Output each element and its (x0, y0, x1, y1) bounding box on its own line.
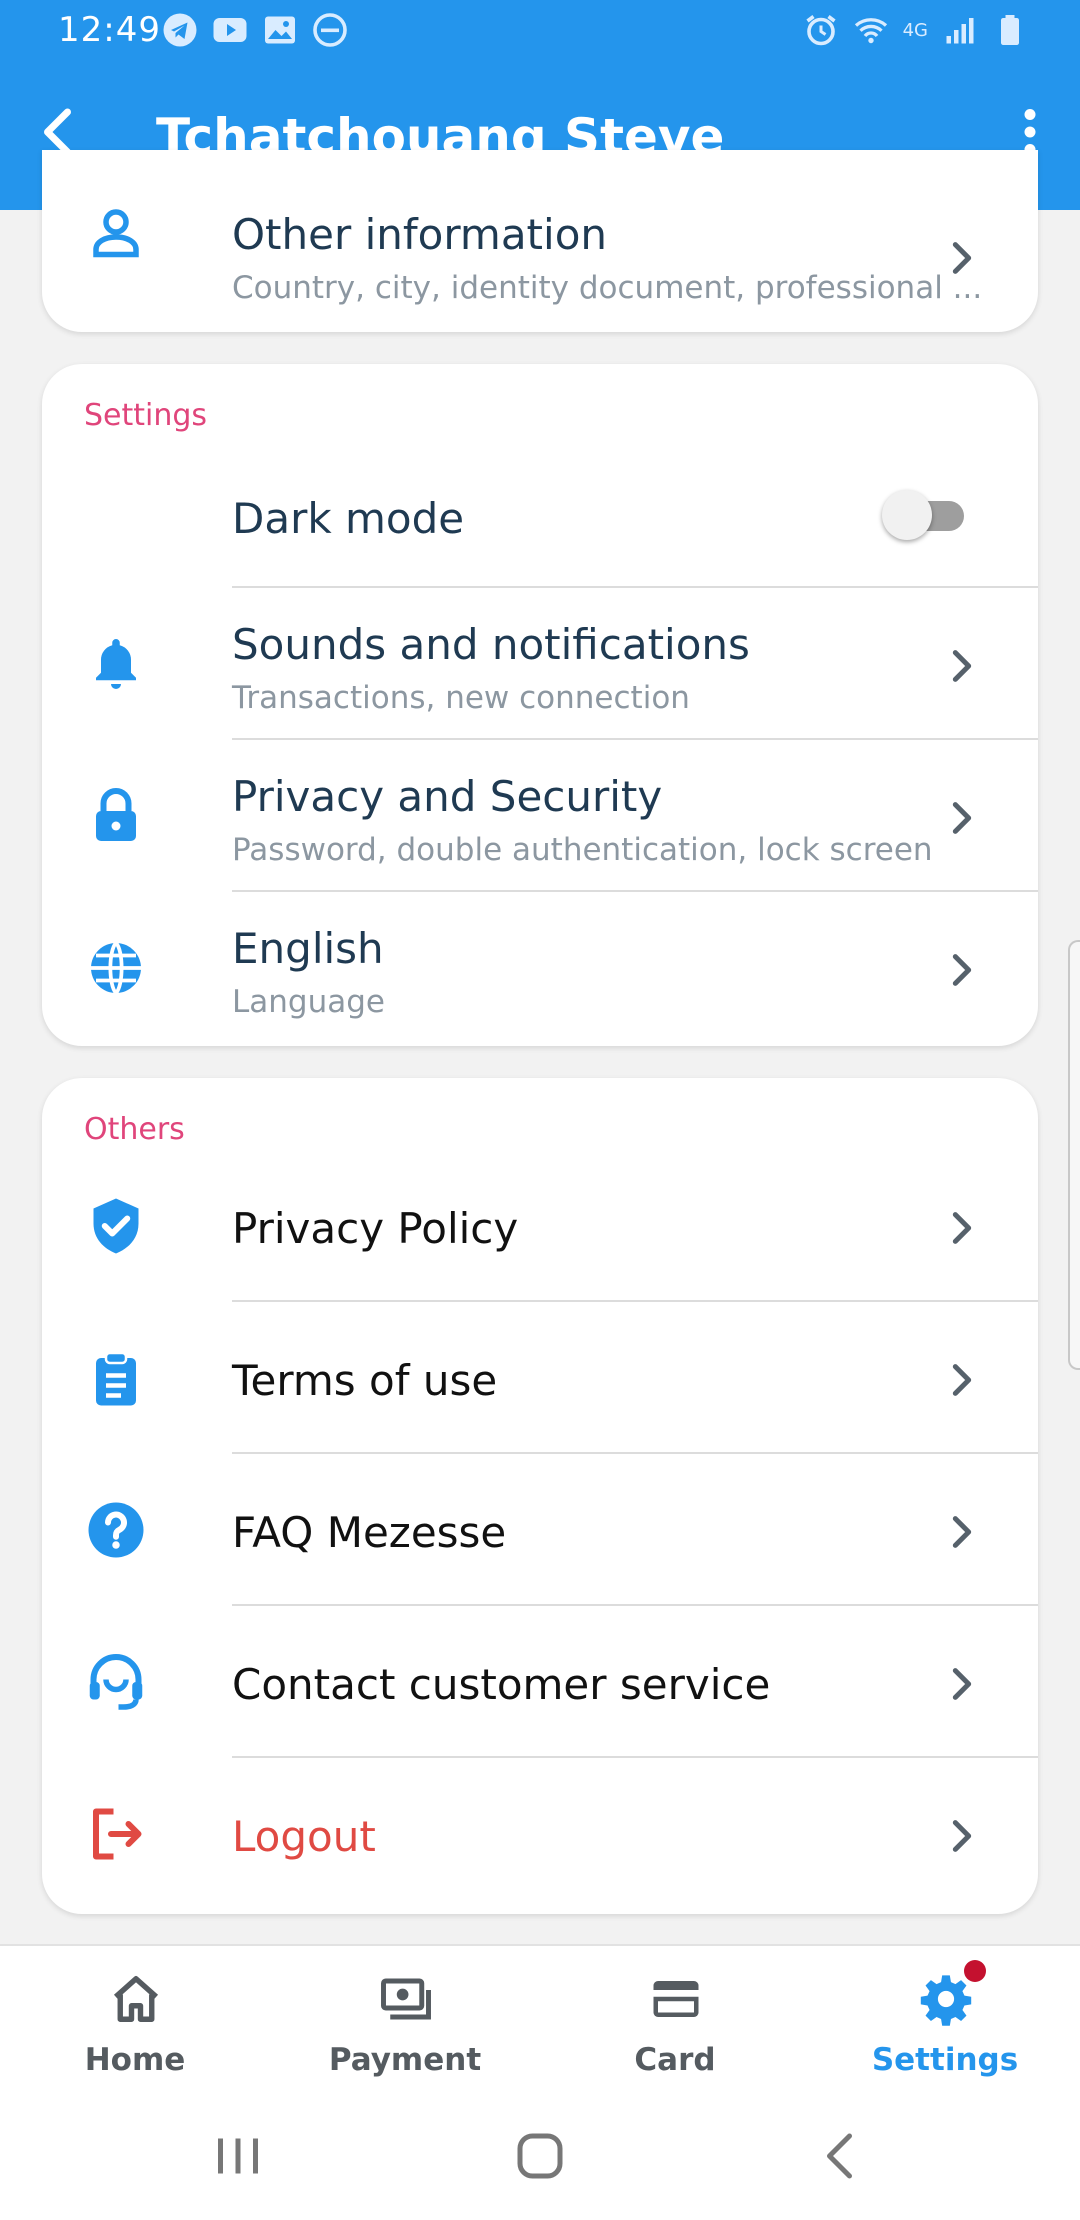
others-item-privacy-policy[interactable]: Privacy Policy (42, 1150, 1038, 1302)
others-card: Others Privacy Policy Terms of use FAQ M… (42, 1078, 1038, 1914)
system-status-icons: 4G (803, 12, 1028, 48)
youtube-icon (213, 18, 247, 42)
status-time: 12:49 (58, 10, 161, 50)
nav-payment-label: Payment (328, 2042, 482, 2078)
others-section-title: Others (84, 1112, 185, 1147)
bottom-navigation: Home Payment Card Settings (0, 1944, 1080, 2094)
card-icon (653, 1981, 699, 2017)
settings-item-privacy-security[interactable]: Privacy and Security Password, double au… (42, 740, 1038, 892)
chevron-right-icon (952, 1668, 972, 1700)
clipboard-icon (96, 1351, 136, 1406)
dark-mode-toggle[interactable] (882, 490, 966, 540)
contact-label: Contact customer service (232, 1660, 771, 1709)
nav-home-label: Home (84, 2042, 186, 2078)
wifi-icon (854, 18, 887, 44)
chevron-right-icon (952, 802, 972, 834)
chevron-right-icon (952, 1212, 972, 1244)
nav-card[interactable]: Card (540, 1946, 810, 2096)
others-item-logout[interactable]: Logout (42, 1758, 1038, 1914)
network-type: 4G (902, 19, 928, 41)
settings-item-sounds[interactable]: Sounds and notifications Transactions, n… (42, 588, 1038, 740)
other-information-subtitle: Country, city, identity document, profes… (232, 270, 983, 306)
toggle-knob (882, 490, 932, 540)
terms-label: Terms of use (232, 1356, 498, 1405)
privacy-policy-label: Privacy Policy (232, 1204, 519, 1253)
app-screen: 12:49 4G Tchatchouang Steve Other inform… (0, 0, 1080, 2220)
sounds-title: Sounds and notifications (232, 620, 750, 669)
chevron-right-icon (952, 1820, 972, 1852)
nav-settings-label: Settings (871, 2042, 1019, 2078)
dark-mode-label: Dark mode (232, 494, 465, 543)
chevron-right-icon (952, 1364, 972, 1396)
nav-card-label: Card (634, 2042, 716, 2078)
scroll-indicator[interactable] (1068, 940, 1080, 1370)
profile-info-card: Other information Country, city, identit… (42, 150, 1038, 332)
headset-icon (89, 1654, 143, 1710)
lock-icon (96, 788, 136, 841)
other-information-title: Other information (232, 210, 608, 259)
gallery-icon (265, 16, 295, 44)
chevron-right-icon (952, 242, 972, 274)
payment-icon (381, 1978, 431, 2020)
shield-check-icon (93, 1198, 139, 1254)
chevron-right-icon (952, 954, 972, 986)
nav-settings[interactable]: Settings (810, 1946, 1080, 2096)
sounds-subtitle: Transactions, new connection (232, 680, 690, 716)
settings-section-title: Settings (84, 398, 208, 433)
nav-home[interactable]: Home (0, 1946, 270, 2096)
others-item-faq[interactable]: FAQ Mezesse (42, 1454, 1038, 1606)
settings-item-language[interactable]: English Language (42, 892, 1038, 1046)
chevron-right-icon (952, 1516, 972, 1548)
privacy-security-subtitle: Password, double authentication, lock sc… (232, 832, 933, 868)
notification-badge (964, 1960, 986, 1982)
bell-icon (96, 639, 136, 689)
settings-card: Settings Dark mode Sounds and notificati… (42, 364, 1038, 1046)
person-icon (93, 209, 139, 258)
chevron-right-icon (952, 650, 972, 682)
home-icon (113, 1976, 159, 2022)
language-subtitle: Language (232, 984, 385, 1020)
other-information-row[interactable]: Other information Country, city, identit… (42, 150, 1038, 332)
do-not-disturb-icon (313, 13, 347, 47)
nav-payment[interactable]: Payment (270, 1946, 540, 2096)
system-navigation-bar (0, 2094, 1080, 2220)
signal-icon (946, 18, 974, 44)
dark-mode-row[interactable]: Dark mode (42, 444, 1038, 588)
home-button-icon[interactable] (510, 2126, 570, 2186)
telegram-icon (163, 13, 197, 47)
globe-icon (91, 941, 141, 995)
others-item-terms[interactable]: Terms of use (42, 1302, 1038, 1454)
help-circle-icon (88, 1502, 144, 1558)
faq-label: FAQ Mezesse (232, 1508, 507, 1557)
logout-label: Logout (232, 1812, 376, 1861)
moon-icon (108, 491, 134, 541)
logout-icon (93, 1808, 142, 1860)
settings-icon (920, 1975, 972, 2026)
recent-apps-icon[interactable] (208, 2126, 268, 2186)
language-title: English (232, 924, 384, 973)
battery-icon (1001, 15, 1019, 45)
status-bar: 12:49 4G (0, 0, 1080, 64)
others-item-contact[interactable]: Contact customer service (42, 1606, 1038, 1758)
alarm-icon (806, 15, 836, 46)
system-back-icon[interactable] (812, 2126, 872, 2186)
privacy-security-title: Privacy and Security (232, 772, 663, 821)
notification-icons (162, 12, 348, 48)
